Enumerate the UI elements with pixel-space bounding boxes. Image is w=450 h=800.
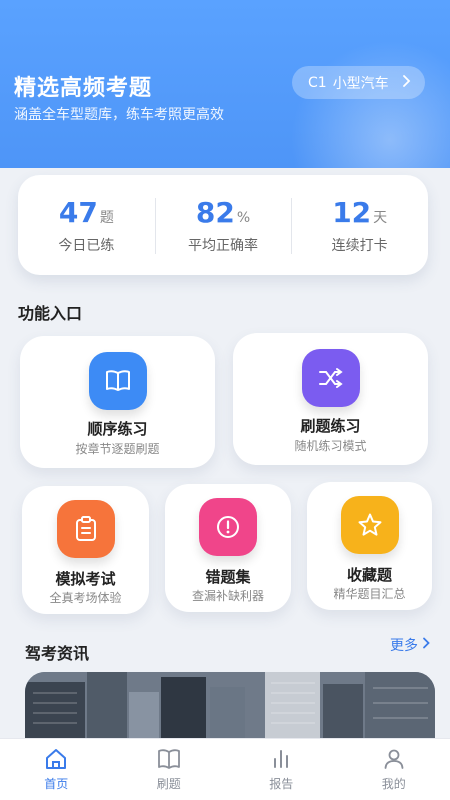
vehicle-label: 小型汽车 xyxy=(332,75,389,92)
feature-title: 错题集 xyxy=(205,568,251,586)
shuffle-icon xyxy=(302,349,360,407)
clipboard-icon xyxy=(57,500,115,558)
star-icon xyxy=(341,496,399,554)
chevron-right-icon xyxy=(402,74,411,91)
stat-value: 82 xyxy=(195,195,235,229)
feature-favorites[interactable]: 收藏题 精华题目汇总 xyxy=(307,482,432,610)
vehicle-code: C1 xyxy=(308,74,327,91)
banner-glow xyxy=(290,40,450,168)
stat-value: 47 xyxy=(58,195,98,229)
page-title: 精选高频考题 xyxy=(14,76,153,101)
tab-label: 刷题 xyxy=(156,777,181,791)
bar-chart-icon xyxy=(274,750,289,768)
stat-streak: 12 天 连续打卡 xyxy=(291,196,428,255)
feature-title: 刷题练习 xyxy=(300,417,361,435)
feature-desc: 全真考场体验 xyxy=(49,591,122,605)
user-icon xyxy=(384,749,404,769)
news-more-link[interactable]: 更多 xyxy=(390,635,430,655)
tab-profile[interactable]: 我的 xyxy=(338,739,450,800)
stat-unit: % xyxy=(236,209,251,226)
feature-sequential-practice[interactable]: 顺序练习 按章节逐题刷题 xyxy=(20,336,215,468)
feature-random-practice[interactable]: 刷题练习 随机练习模式 xyxy=(233,333,428,465)
news-section-title: 驾考资讯 xyxy=(25,644,90,663)
feature-title: 模拟考试 xyxy=(55,570,116,588)
stat-label: 平均正确率 xyxy=(188,237,258,254)
news-card-image[interactable] xyxy=(25,672,435,742)
feature-desc: 随机练习模式 xyxy=(294,439,367,453)
tab-practice[interactable]: 刷题 xyxy=(113,739,226,800)
feature-title: 顺序练习 xyxy=(87,420,148,438)
vehicle-type-selector[interactable]: C1 小型汽车 xyxy=(292,66,425,99)
stat-unit: 天 xyxy=(373,209,388,226)
header-banner: 精选高频考题 涵盖全车型题库，练车考照更高效 C1 小型汽车 xyxy=(0,0,450,168)
stats-card: 47 题 今日已练 82% 平均正确率 12 天 连续打卡 xyxy=(18,175,428,275)
book-icon xyxy=(89,352,147,410)
bottom-tab-bar: 首页 刷题 报告 我的 xyxy=(0,738,450,800)
chevron-right-icon xyxy=(422,637,430,653)
feature-desc: 按章节逐题刷题 xyxy=(75,442,160,456)
home-icon xyxy=(46,749,67,769)
tab-label: 我的 xyxy=(381,777,406,791)
feature-mock-exam[interactable]: 模拟考试 全真考场体验 xyxy=(22,486,149,614)
feature-desc: 精华题目汇总 xyxy=(333,587,406,601)
tab-label: 报告 xyxy=(269,777,294,791)
alert-icon xyxy=(199,498,257,556)
tab-home[interactable]: 首页 xyxy=(0,739,113,800)
city-skyline-image xyxy=(25,672,435,742)
stat-accuracy: 82% 平均正确率 xyxy=(154,195,292,255)
stat-unit: 题 xyxy=(99,209,114,226)
tab-label: 首页 xyxy=(44,777,69,791)
tab-report[interactable]: 报告 xyxy=(225,739,338,800)
more-label: 更多 xyxy=(390,638,418,654)
stat-label: 今日已练 xyxy=(58,237,115,254)
features-section-title: 功能入口 xyxy=(18,304,83,323)
stat-value: 12 xyxy=(332,195,372,229)
page-subtitle: 涵盖全车型题库，练车考照更高效 xyxy=(14,107,224,123)
stat-label: 连续打卡 xyxy=(331,237,388,254)
feature-title: 收藏题 xyxy=(346,566,392,584)
feature-wrong-questions[interactable]: 错题集 查漏补缺利器 xyxy=(165,484,291,612)
feature-desc: 查漏补缺利器 xyxy=(191,589,264,603)
stat-today: 47 题 今日已练 xyxy=(18,196,155,255)
book-icon xyxy=(157,749,180,769)
